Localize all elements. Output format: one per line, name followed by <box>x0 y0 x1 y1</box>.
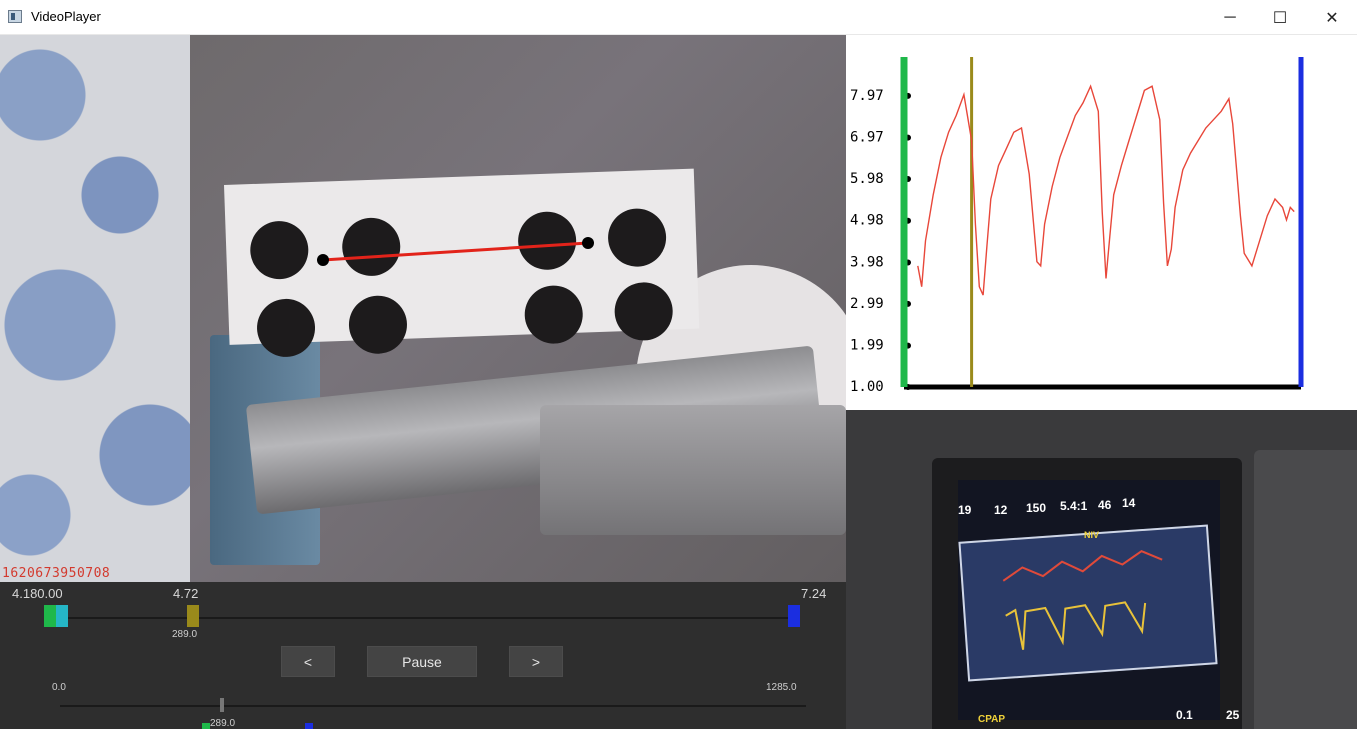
monitor-side-panel <box>1254 450 1357 729</box>
range-start-handle-secondary[interactable] <box>56 605 68 627</box>
chart-svg: 1.00 1.99 2.99 3.98 4.98 5.98 6.97 7.97 <box>850 57 1304 395</box>
y-tick-label: 1.00 <box>850 379 884 395</box>
pause-button[interactable]: Pause <box>367 646 477 677</box>
window-title: VideoPlayer <box>31 9 101 24</box>
y-tick-label: 5.98 <box>850 171 884 187</box>
timeline-min-value: 0.0 <box>52 682 66 693</box>
range-start-handle[interactable] <box>44 605 56 627</box>
monitor-readout: 150 <box>1026 501 1047 515</box>
y-tick-label: 3.98 <box>850 255 884 271</box>
timeline-track[interactable] <box>60 705 806 707</box>
measurement-endpoint[interactable] <box>317 254 329 266</box>
range-slider-track[interactable] <box>52 617 794 619</box>
series-line <box>917 84 1295 296</box>
camera-view: 1620673950708 <box>0 35 846 582</box>
y-tick-label: 4.98 <box>850 213 884 229</box>
monitor-readout: 5.4:1 <box>1060 499 1088 513</box>
range-end-handle[interactable] <box>788 605 800 627</box>
playback-controls: 4.180.00 4.72 7.24 289.0 < Pause > 0.0 1… <box>0 582 846 729</box>
timeline-start-marker[interactable] <box>202 723 210 729</box>
frame-timestamp: 1620673950708 <box>2 566 111 581</box>
y-tick-label: 7.97 <box>850 88 884 104</box>
timeline-frame-value: 289.0 <box>210 718 236 729</box>
previous-frame-button[interactable]: < <box>281 646 335 677</box>
monitor-waveform-panel <box>958 524 1218 682</box>
y-tick-label: 1.99 <box>850 338 884 354</box>
measurement-line <box>322 241 589 262</box>
close-button[interactable]: ✕ <box>1309 0 1355 35</box>
ventilator-monitor-view: 19 12 150 5.4:1 46 14 NIV CPAP 0.1 25 <box>846 410 1357 729</box>
next-frame-button[interactable]: > <box>509 646 563 677</box>
app-icon <box>8 10 22 23</box>
monitor-readout: 46 <box>1098 498 1112 512</box>
signal-chart: 1.00 1.99 2.99 3.98 4.98 5.98 6.97 7.97 <box>846 35 1357 410</box>
maximize-button[interactable]: ☐ <box>1257 0 1303 35</box>
range-end-value: 7.24 <box>801 586 827 601</box>
monitor-vt-value: 0.1 <box>1176 708 1193 722</box>
y-tick-label: 6.97 <box>850 130 884 146</box>
title-bar: VideoPlayer ─ ☐ ✕ <box>0 0 1357 35</box>
range-start-value: 4.180.00 <box>12 586 63 601</box>
cursor-frame-value: 289.0 <box>172 629 198 640</box>
y-tick-label: 2.99 <box>850 296 884 312</box>
monitor-o2-value: 25 <box>1226 708 1240 722</box>
timeline-thumb[interactable] <box>220 698 224 712</box>
measurement-overlay <box>317 237 594 266</box>
cursor-handle[interactable] <box>187 605 199 627</box>
measurement-endpoint[interactable] <box>582 237 594 249</box>
monitor-readout: 19 <box>958 503 972 517</box>
monitor-mode-label: NIV <box>1084 530 1100 540</box>
monitor-readout: 14 <box>1122 496 1136 510</box>
cursor-value: 4.72 <box>173 586 199 601</box>
monitor-waveforms <box>1002 550 1163 650</box>
minimize-button[interactable]: ─ <box>1207 0 1253 35</box>
monitor-bottom-label: CPAP <box>978 714 1006 725</box>
timeline-max-value: 1285.0 <box>766 682 797 693</box>
timeline-end-marker[interactable] <box>305 723 313 729</box>
monitor-readout: 12 <box>994 503 1008 517</box>
